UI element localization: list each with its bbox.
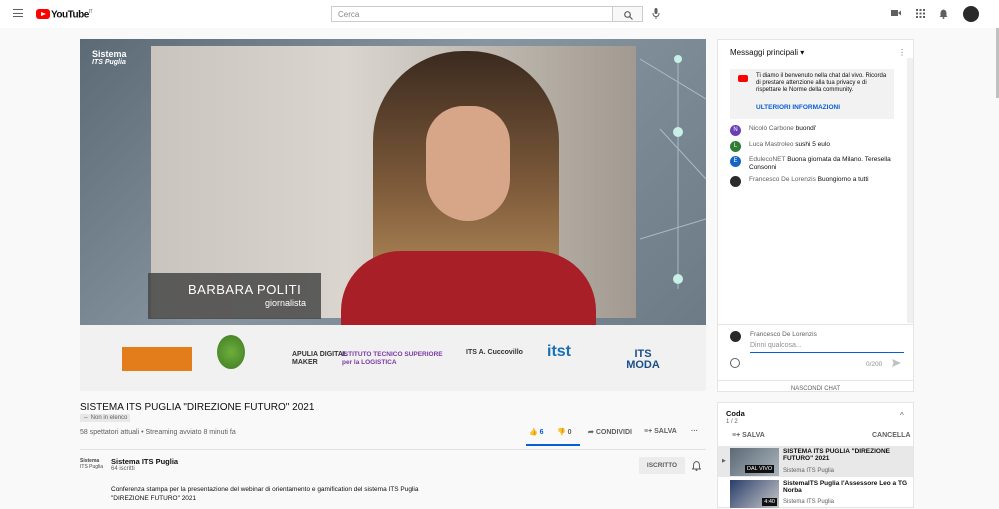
create-video-icon[interactable] xyxy=(891,9,901,17)
hide-chat-button[interactable]: NASCONDI CHAT xyxy=(718,380,913,392)
queue-save-button[interactable]: ≡+ SALVA xyxy=(732,432,765,439)
dislike-button[interactable]: 👎 0 xyxy=(557,428,572,436)
thumbs-down-icon: 👎 xyxy=(557,429,566,436)
playlist-add-icon: ≡+ xyxy=(732,432,741,439)
sponsor-cuccovillo: ITS A. Cuccovillo xyxy=(466,349,523,356)
video-thumbnail: DAL VIVO xyxy=(730,448,779,476)
subscriber-count: 64 iscritti xyxy=(111,466,135,472)
chevron-up-icon[interactable]: ^ xyxy=(900,411,904,420)
playlist-add-icon: ≡+ xyxy=(644,428,653,435)
chat-scrollbar[interactable] xyxy=(907,58,913,323)
youtube-icon xyxy=(738,75,748,82)
divider xyxy=(80,449,706,450)
chat-message: Francesco De Lorenzis Buongiorno a tutti xyxy=(730,176,905,187)
its-puglia-logo: Sistema ITS Puglia xyxy=(92,49,127,66)
apps-grid-icon[interactable] xyxy=(916,9,925,18)
chat-welcome-banner: Ti diamo il benvenuto nella chat dal viv… xyxy=(730,69,894,119)
video-player[interactable]: Sistema ITS Puglia BARBARA POLITI giornal… xyxy=(80,39,706,391)
chat-input[interactable]: Dinni qualcosa... xyxy=(750,342,904,353)
unlisted-icon: ⇔ xyxy=(83,415,89,421)
video-meta: 58 spettatori attuali • Streaming avviat… xyxy=(80,429,236,436)
live-badge: DAL VIVO xyxy=(745,465,775,473)
queue-item-channel: Sistema ITS Puglia xyxy=(783,499,835,505)
notification-bell-icon[interactable] xyxy=(692,461,701,471)
thumbs-up-icon: 👍 xyxy=(529,429,538,436)
chat-message: N Nicolò Carbone buondi' xyxy=(730,125,905,136)
queue-panel: Coda 1 / 2 ^ ≡+ SALVA CANCELLA ▶ DAL VIV… xyxy=(717,402,914,508)
sponsor-logistica: ISTITUTO TECNICO SUPERIORE per la LOGIST… xyxy=(342,351,443,366)
video-title: SISTEMA ITS PUGLIA "DIREZIONE FUTURO" 20… xyxy=(80,402,315,413)
learn-more-link[interactable]: ULTERIORI INFORMAZIONI xyxy=(756,104,840,111)
send-icon[interactable] xyxy=(892,359,901,367)
avatar xyxy=(730,331,741,342)
queue-count: 1 / 2 xyxy=(726,419,738,425)
microphone-icon[interactable] xyxy=(652,8,660,19)
duration-badge: 4:40 xyxy=(762,498,777,506)
queue-item-title: SISTEMA ITS PUGLIA "DIREZIONE FUTURO" 20… xyxy=(783,448,890,462)
queue-item[interactable]: ▶ DAL VIVO SISTEMA ITS PUGLIA "DIREZIONE… xyxy=(718,446,913,477)
avatar xyxy=(730,176,741,187)
composer-author: Francesco De Lorenzis xyxy=(750,331,817,338)
avatar: E xyxy=(730,156,741,167)
sponsor-logo-1 xyxy=(122,347,192,371)
youtube-logo-text[interactable]: YouTubeIT xyxy=(51,9,93,20)
visibility-badge: ⇔ Non in elenco xyxy=(80,414,131,422)
youtube-logo-icon[interactable] xyxy=(36,9,50,19)
search-input[interactable]: Cerca xyxy=(331,6,613,22)
queue-item-channel: Sistema ITS Puglia xyxy=(783,468,835,474)
chat-more-icon[interactable]: ⋮ xyxy=(898,48,906,57)
queue-item[interactable]: 4:40 SistemaITS Puglia l'Assessore Leo a… xyxy=(718,478,913,509)
now-playing-icon: ▶ xyxy=(722,458,726,464)
like-button[interactable]: 👍 6 xyxy=(529,428,544,436)
search-button[interactable] xyxy=(613,6,643,22)
notifications-bell-icon[interactable] xyxy=(939,9,948,19)
channel-name[interactable]: Sistema ITS Puglia xyxy=(111,457,178,466)
avatar: N xyxy=(730,125,741,136)
video-description: Conferenza stampa per la presentazione d… xyxy=(111,486,419,502)
like-ratio-bar xyxy=(526,444,580,446)
live-chat-panel: Messaggi principali ▾ ⋮ Ti diamo il benv… xyxy=(717,39,914,392)
sponsor-bar: APULIA DIGITAL MAKER ISTITUTO TECNICO SU… xyxy=(80,325,706,391)
channel-avatar[interactable]: Sistema ITS Puglia xyxy=(80,458,104,472)
chat-message: E EdulecoNET Buona giornata da Milano. T… xyxy=(730,156,905,172)
share-button[interactable]: ➦ CONDIVIDI xyxy=(588,428,632,436)
chat-mode-dropdown[interactable]: Messaggi principali ▾ xyxy=(730,48,804,57)
chat-message: L Luca Mastroleo sushi 5 eulo xyxy=(730,141,905,152)
queue-item-title: SistemaITS Puglia l'Assessore Leo a TG N… xyxy=(783,480,908,494)
more-actions-icon[interactable]: ··· xyxy=(691,428,698,435)
video-thumbnail: 4:40 xyxy=(730,480,779,508)
menu-icon[interactable] xyxy=(13,9,23,17)
queue-title: Coda xyxy=(726,409,745,418)
sponsor-its-moda: ITS MODA xyxy=(626,348,660,371)
lower-third-role: giornalista xyxy=(265,298,307,308)
tree-logo xyxy=(217,335,245,369)
welcome-text: Ti diamo il benvenuto nella chat dal viv… xyxy=(756,73,887,93)
save-button[interactable]: ≡+ SALVA xyxy=(644,428,677,435)
queue-cancel-button[interactable]: CANCELLA xyxy=(872,432,911,439)
emoji-icon[interactable] xyxy=(730,358,740,368)
search-icon xyxy=(624,11,633,20)
account-avatar[interactable] xyxy=(963,6,979,22)
presenter-face xyxy=(426,106,510,221)
chat-composer: Francesco De Lorenzis Dinni qualcosa... … xyxy=(718,324,913,392)
lower-third-name: BARBARA POLITI xyxy=(188,282,302,297)
avatar: L xyxy=(730,141,741,152)
char-counter: 0/200 xyxy=(866,361,883,368)
top-bar: YouTubeIT Cerca xyxy=(0,0,999,28)
presenter-shirt xyxy=(341,251,596,331)
share-icon: ➦ xyxy=(588,429,594,436)
sponsor-itst: itst xyxy=(547,343,571,360)
subscribed-button[interactable]: ISCRITTO xyxy=(639,457,685,474)
